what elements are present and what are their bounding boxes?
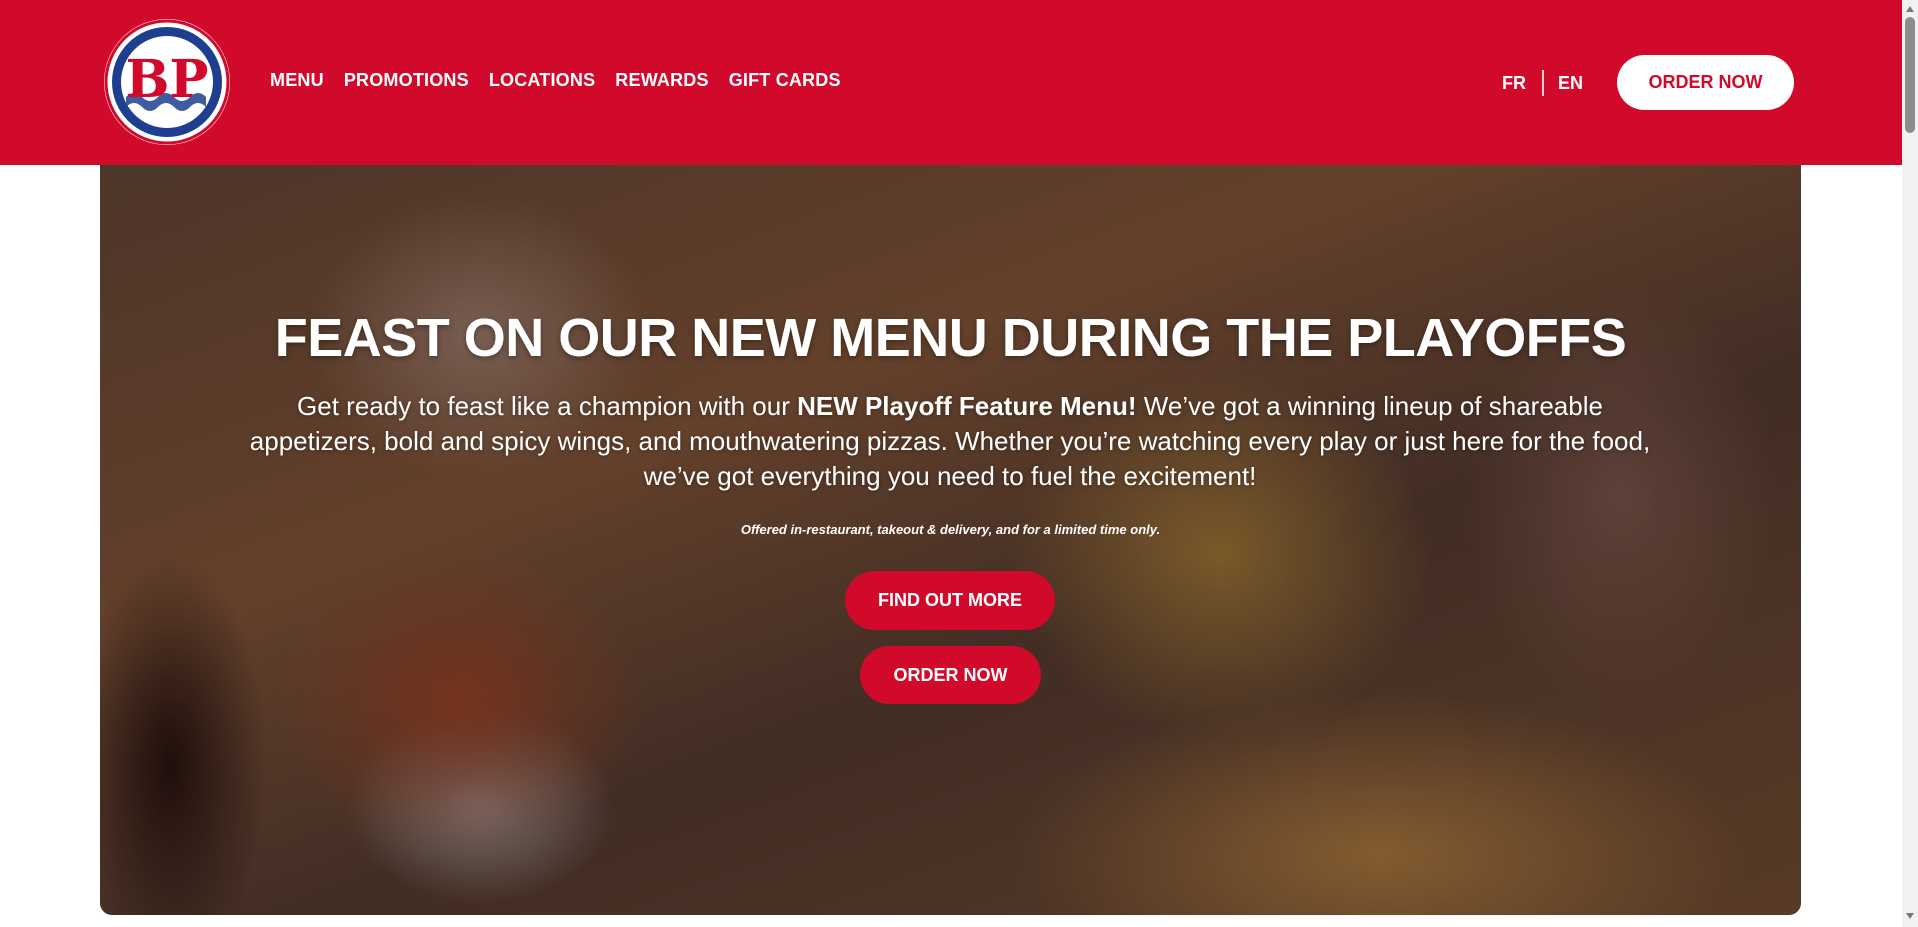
hero-description: Get ready to feast like a champion with …	[240, 389, 1660, 494]
boston-pizza-logo[interactable]: BP	[104, 19, 230, 145]
hero-disclaimer: Offered in-restaurant, takeout & deliver…	[740, 522, 1161, 537]
main-nav: MENU PROMOTIONS LOCATIONS REWARDS GIFT C…	[270, 70, 841, 91]
scroll-up-arrow-icon[interactable]	[1906, 6, 1914, 12]
find-out-more-button[interactable]: FIND OUT MORE	[845, 571, 1055, 630]
header-order-now-button[interactable]: ORDER NOW	[1617, 55, 1794, 110]
hero-background-image	[100, 165, 1801, 915]
page-scrollbar[interactable]	[1902, 0, 1918, 927]
nav-gift-cards[interactable]: GIFT CARDS	[729, 70, 841, 91]
lang-fr-link[interactable]: FR	[1502, 73, 1526, 94]
nav-rewards[interactable]: REWARDS	[615, 70, 708, 91]
language-switcher: FR EN	[1502, 70, 1583, 96]
lang-divider	[1542, 70, 1544, 96]
scroll-thumb[interactable]	[1905, 17, 1915, 133]
logo-emblem-icon: BP	[104, 19, 230, 145]
hero-description-intro: Get ready to feast like a champion with …	[297, 391, 798, 421]
scroll-down-arrow-icon[interactable]	[1906, 913, 1914, 919]
page: BP MENU PROMOTIONS LOCATIONS REWARDS GIF…	[0, 0, 1902, 927]
hero-description-highlight: NEW Playoff Feature Menu!	[797, 391, 1137, 421]
hero-banner: FEAST ON OUR NEW MENU DURING THE PLAYOFF…	[100, 165, 1801, 915]
logo-letters: BP	[125, 49, 208, 110]
hero-title: FEAST ON OUR NEW MENU DURING THE PLAYOFF…	[274, 308, 1627, 368]
nav-menu[interactable]: MENU	[270, 70, 324, 91]
nav-promotions[interactable]: PROMOTIONS	[344, 70, 469, 91]
nav-locations[interactable]: LOCATIONS	[489, 70, 595, 91]
site-header: BP MENU PROMOTIONS LOCATIONS REWARDS GIF…	[0, 0, 1902, 165]
lang-en-link[interactable]: EN	[1558, 73, 1583, 94]
hero-order-now-button[interactable]: ORDER NOW	[860, 646, 1041, 704]
